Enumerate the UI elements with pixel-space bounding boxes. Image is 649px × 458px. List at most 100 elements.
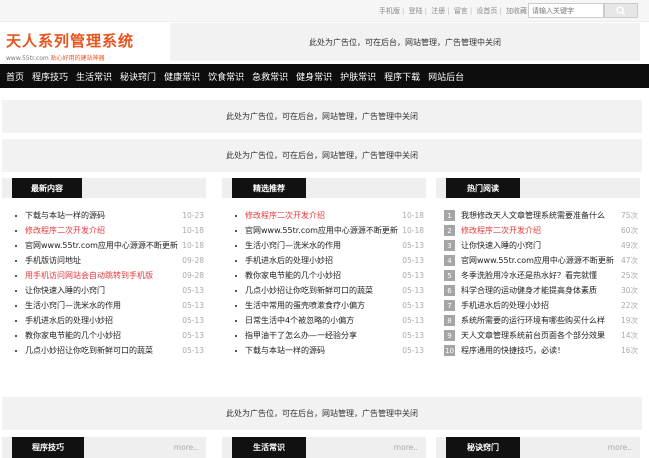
article-link[interactable]: 我想修改天人文章管理系统需要准备什么	[461, 210, 617, 221]
article-link[interactable]: 教你家电节能的几个小妙招	[245, 270, 398, 281]
article-link[interactable]: 日常生活中4个被忽略的小偏方	[245, 315, 398, 326]
article-link[interactable]: 下载与本站一样的源码	[25, 210, 178, 221]
view-count: 49次	[620, 241, 638, 250]
article-link[interactable]: 生活小窍门—洗米水的作用	[245, 240, 398, 251]
nav-fitness[interactable]: 健身常识	[296, 70, 332, 83]
bullet-icon	[15, 304, 17, 307]
nav-admin[interactable]: 网站后台	[428, 70, 464, 83]
more-link[interactable]: more..	[174, 443, 198, 452]
article-link[interactable]: 手机进水后的处理小妙招	[25, 315, 178, 326]
search-input[interactable]	[528, 3, 604, 18]
list-item[interactable]: 2 修改程序二次开发介绍 60次	[436, 223, 640, 238]
list-item[interactable]: 几点小妙招让你吃到新鲜可口的蔬菜 05-13	[2, 343, 206, 358]
set-homepage-link[interactable]: 设首页	[476, 6, 497, 16]
ad-banner-top[interactable]: 此处为广告位，可在后台，网站管理，广告管理中关闭	[170, 23, 640, 61]
article-link[interactable]: 手机进水后的处理小妙招	[245, 255, 398, 266]
ad-banner-1[interactable]: 此处为广告位，可在后台，网站管理，广告管理中关闭	[2, 100, 642, 133]
list-item[interactable]: 3 让你快速入睡的小窍门 49次	[436, 238, 640, 253]
more-link[interactable]: more..	[608, 443, 632, 452]
article-link[interactable]: 官网www.55tr.com应用中心源源不断更新	[461, 255, 617, 266]
article-link[interactable]: 用手机访问网站会自动跳转到手机版	[25, 270, 178, 281]
list-item[interactable]: 用手机访问网站会自动跳转到手机版 09-28	[2, 268, 206, 283]
nav-secrets[interactable]: 秘诀窍门	[120, 70, 156, 83]
rank-badge: 8	[444, 315, 455, 326]
list-item[interactable]: 生活小窍门—洗米水的作用 05-13	[222, 238, 426, 253]
search-button[interactable]	[604, 3, 638, 18]
list-item[interactable]: 修改程序二次开发介绍 10-18	[2, 223, 206, 238]
list-item[interactable]: 官网www.55tr.com应用中心源源不断更新 10-18	[222, 223, 426, 238]
article-link[interactable]: 修改程序二次开发介绍	[25, 225, 178, 236]
list-item[interactable]: 手机版访问地址 09-28	[2, 253, 206, 268]
mobile-link[interactable]: 手机版	[379, 6, 400, 16]
list-item[interactable]: 6 科学合理的运动健身才能提高身体素质 30次	[436, 283, 640, 298]
nav-health[interactable]: 健康常识	[164, 70, 200, 83]
article-link[interactable]: 冬季洗脸用冷水还是热水好？看完就懂	[461, 270, 617, 281]
list-item[interactable]: 手机进水后的处理小妙招 05-13	[222, 253, 426, 268]
nav-first-aid[interactable]: 急救常识	[252, 70, 288, 83]
panel-header: 精选推荐	[222, 178, 426, 198]
nav-program-tips[interactable]: 程序技巧	[32, 70, 68, 83]
article-link[interactable]: 让你快速入睡的小窍门	[25, 285, 178, 296]
article-link[interactable]: 几点小妙招让你吃到新鲜可口的蔬菜	[245, 285, 398, 296]
article-date: 05-13	[402, 301, 424, 310]
rank-badge: 10	[444, 345, 455, 356]
bullet-icon	[15, 274, 17, 277]
article-date: 05-13	[402, 271, 424, 280]
list-item[interactable]: 教你家电节能的几个小妙招 05-13	[2, 328, 206, 343]
article-link[interactable]: 手机进水后的处理小妙招	[461, 300, 617, 311]
ad-banner-2[interactable]: 此处为广告位，可在后台，网站管理，广告管理中关闭	[2, 139, 642, 172]
login-link[interactable]: 登陆	[409, 6, 423, 16]
nav-skincare[interactable]: 护肤常识	[340, 70, 376, 83]
list-item[interactable]: 官网www.55tr.com应用中心源源不断更新 10-18	[2, 238, 206, 253]
list-item[interactable]: 指甲油干了怎么办—一经验分享 05-13	[222, 328, 426, 343]
add-favorite-link[interactable]: 加收藏	[506, 6, 527, 16]
nav-life-tips[interactable]: 生活常识	[76, 70, 112, 83]
article-link[interactable]: 科学合理的运动健身才能提高身体素质	[461, 285, 617, 296]
list-item[interactable]: 生活小窍门—洗米水的作用 05-13	[2, 298, 206, 313]
article-link[interactable]: 让你快速入睡的小窍门	[461, 240, 617, 251]
register-link[interactable]: 注册	[431, 6, 445, 16]
article-link[interactable]: 生活中常用的蛋壳喷漱食疗小偏方	[245, 300, 398, 311]
list-item[interactable]: 9 天人文章管理系统前台页面各个部分效果 14次	[436, 328, 640, 343]
list-item[interactable]: 生活中常用的蛋壳喷漱食疗小偏方 05-13	[222, 298, 426, 313]
bullet-icon	[15, 244, 17, 247]
nav-diet[interactable]: 饮食常识	[208, 70, 244, 83]
list-item[interactable]: 让你快速入睡的小窍门 05-13	[2, 283, 206, 298]
panel-title: 程序技巧	[12, 437, 84, 458]
list-item[interactable]: 8 系统所需要的运行环境有哪些购买什么样 19次	[436, 313, 640, 328]
list-item[interactable]: 5 冬季洗脸用冷水还是热水好？看完就懂 25次	[436, 268, 640, 283]
article-link[interactable]: 修改程序二次开发介绍	[245, 210, 398, 221]
article-link[interactable]: 系统所需要的运行环境有哪些购买什么样	[461, 315, 617, 326]
ad-banner-3[interactable]: 此处为广告位，可在后台，网站管理，广告管理中关闭	[2, 397, 642, 430]
article-link[interactable]: 手机版访问地址	[25, 255, 178, 266]
more-link[interactable]: more..	[394, 443, 418, 452]
article-link[interactable]: 天人文章管理系统前台页面各个部分效果	[461, 330, 617, 341]
bullet-icon	[15, 289, 17, 292]
list-item[interactable]: 几点小妙招让你吃到新鲜可口的蔬菜 05-13	[222, 283, 426, 298]
article-link[interactable]: 几点小妙招让你吃到新鲜可口的蔬菜	[25, 345, 178, 356]
list-item[interactable]: 7 手机进水后的处理小妙招 22次	[436, 298, 640, 313]
guestbook-link[interactable]: 留言	[454, 6, 468, 16]
list-item[interactable]: 日常生活中4个被忽略的小偏方 05-13	[222, 313, 426, 328]
article-link[interactable]: 官网www.55tr.com应用中心源源不断更新	[245, 225, 398, 236]
list-item[interactable]: 4 官网www.55tr.com应用中心源源不断更新 47次	[436, 253, 640, 268]
list-item[interactable]: 下载与本站一样的源码 10-23	[2, 208, 206, 223]
site-logo[interactable]: 天人系列管理系统 www.55tr.com 贴心好用的建站神器	[6, 30, 134, 62]
list-item[interactable]: 教你家电节能的几个小妙招 05-13	[222, 268, 426, 283]
article-link[interactable]: 教你家电节能的几个小妙招	[25, 330, 178, 341]
nav-download[interactable]: 程序下载	[384, 70, 420, 83]
rank-badge: 5	[444, 270, 455, 281]
list-item[interactable]: 10 程序通用的快捷技巧，必读！ 16次	[436, 343, 640, 358]
article-date: 05-13	[182, 301, 204, 310]
article-link[interactable]: 程序通用的快捷技巧，必读！	[461, 345, 617, 356]
article-link[interactable]: 生活小窍门—洗米水的作用	[25, 300, 178, 311]
list-item[interactable]: 1 我想修改天人文章管理系统需要准备什么 75次	[436, 208, 640, 223]
list-item[interactable]: 手机进水后的处理小妙招 05-13	[2, 313, 206, 328]
article-link[interactable]: 指甲油干了怎么办—一经验分享	[245, 330, 398, 341]
article-link[interactable]: 官网www.55tr.com应用中心源源不断更新	[25, 240, 178, 251]
list-item[interactable]: 修改程序二次开发介绍 10-18	[222, 208, 426, 223]
article-link[interactable]: 修改程序二次开发介绍	[461, 225, 617, 236]
list-item[interactable]: 下载与本站一样的源码 05-13	[222, 343, 426, 358]
nav-home[interactable]: 首页	[6, 70, 24, 83]
article-link[interactable]: 下载与本站一样的源码	[245, 345, 398, 356]
